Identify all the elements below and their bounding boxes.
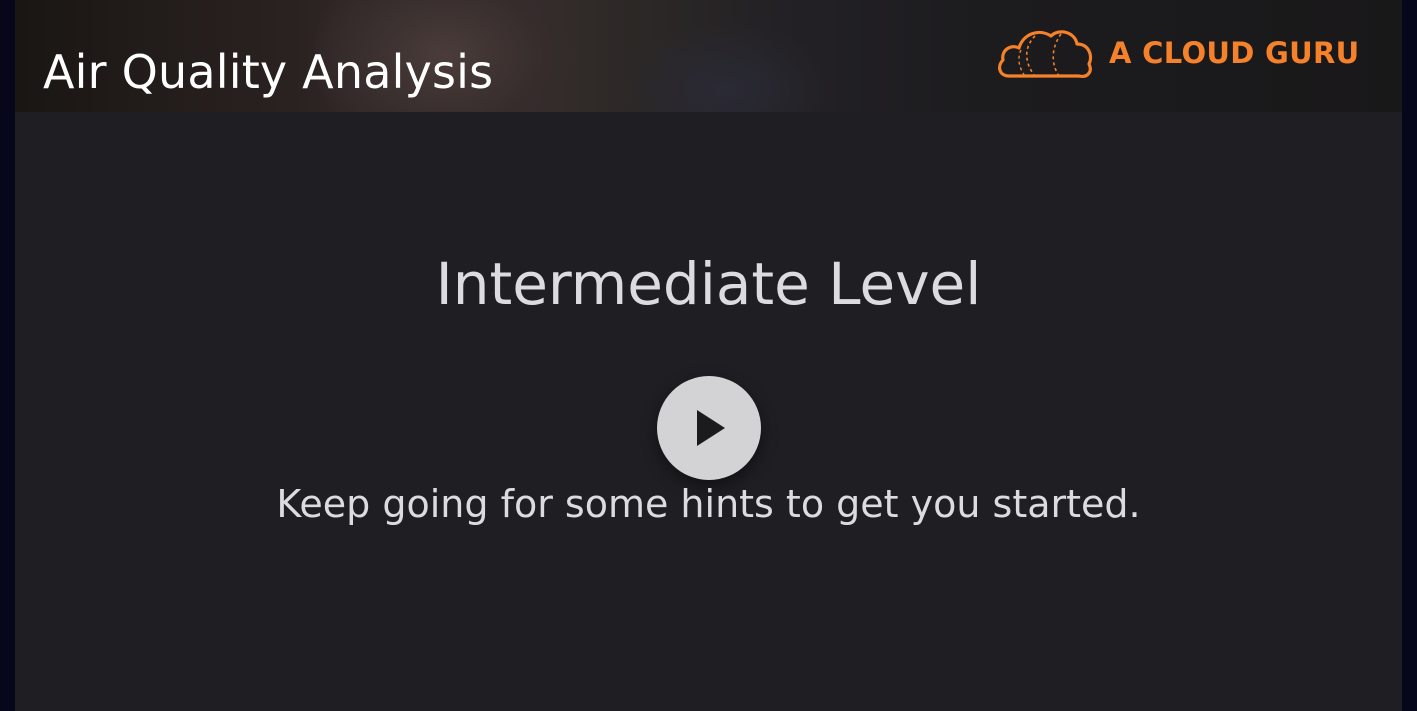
brand-name: A CLOUD GURU <box>1109 36 1360 70</box>
brand-logo: A CLOUD GURU <box>995 22 1359 84</box>
slide-subtitle: Keep going for some hints to get you sta… <box>276 482 1141 526</box>
play-icon <box>697 410 725 446</box>
presenter-backdrop-shadow <box>615 20 835 112</box>
video-title: Air Quality Analysis <box>43 45 494 99</box>
video-player[interactable]: Air Quality Analysis A CLOUD GURU Interm… <box>15 0 1402 711</box>
play-button[interactable] <box>657 376 761 480</box>
video-header: Air Quality Analysis A CLOUD GURU <box>15 0 1402 112</box>
slide-heading: Intermediate Level <box>435 250 982 318</box>
cloud-logo-icon <box>998 30 1093 78</box>
